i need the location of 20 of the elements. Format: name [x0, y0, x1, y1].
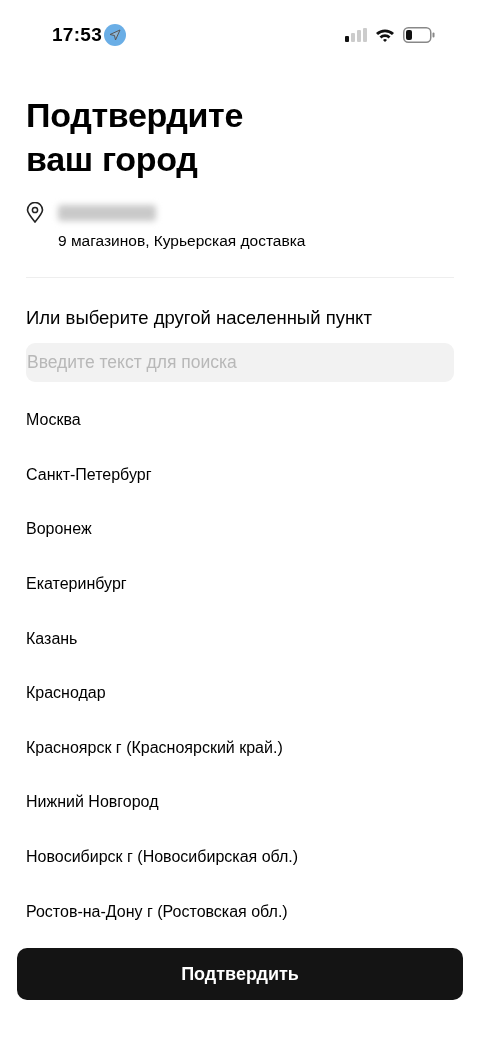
city-option[interactable]: Ростов-на-Дону г (Ростовская обл.) — [26, 902, 288, 921]
city-option[interactable]: Воронеж — [26, 520, 92, 539]
confirm-button[interactable]: Подтвердить — [17, 948, 463, 1000]
city-option[interactable]: Новосибирск г (Новосибирская обл.) — [26, 848, 299, 867]
wifi-icon — [375, 28, 395, 42]
location-pin-icon — [26, 202, 44, 223]
search-field[interactable]: Введите текст для поиска — [26, 343, 454, 382]
page-title: Подтвердите ваш город — [26, 95, 245, 180]
city-option[interactable]: Екатеринбург — [26, 575, 127, 594]
city-option[interactable]: Москва — [26, 411, 81, 430]
signal-icon — [345, 28, 367, 42]
battery-icon — [403, 27, 435, 43]
city-option[interactable]: Краснодар — [26, 684, 106, 703]
city-option[interactable]: Нижний Новгород — [26, 793, 159, 812]
status-time: 17:53 — [52, 24, 103, 46]
section-heading: Или выберите другой населенный пункт — [26, 307, 373, 329]
city-option[interactable]: Санкт-Петербург — [26, 465, 152, 484]
store-info-text: 9 магазинов, Курьерская доставка — [58, 232, 307, 250]
city-option[interactable]: Красноярск г (Красноярский край.) — [26, 738, 283, 757]
city-option[interactable]: Казань — [26, 629, 78, 648]
